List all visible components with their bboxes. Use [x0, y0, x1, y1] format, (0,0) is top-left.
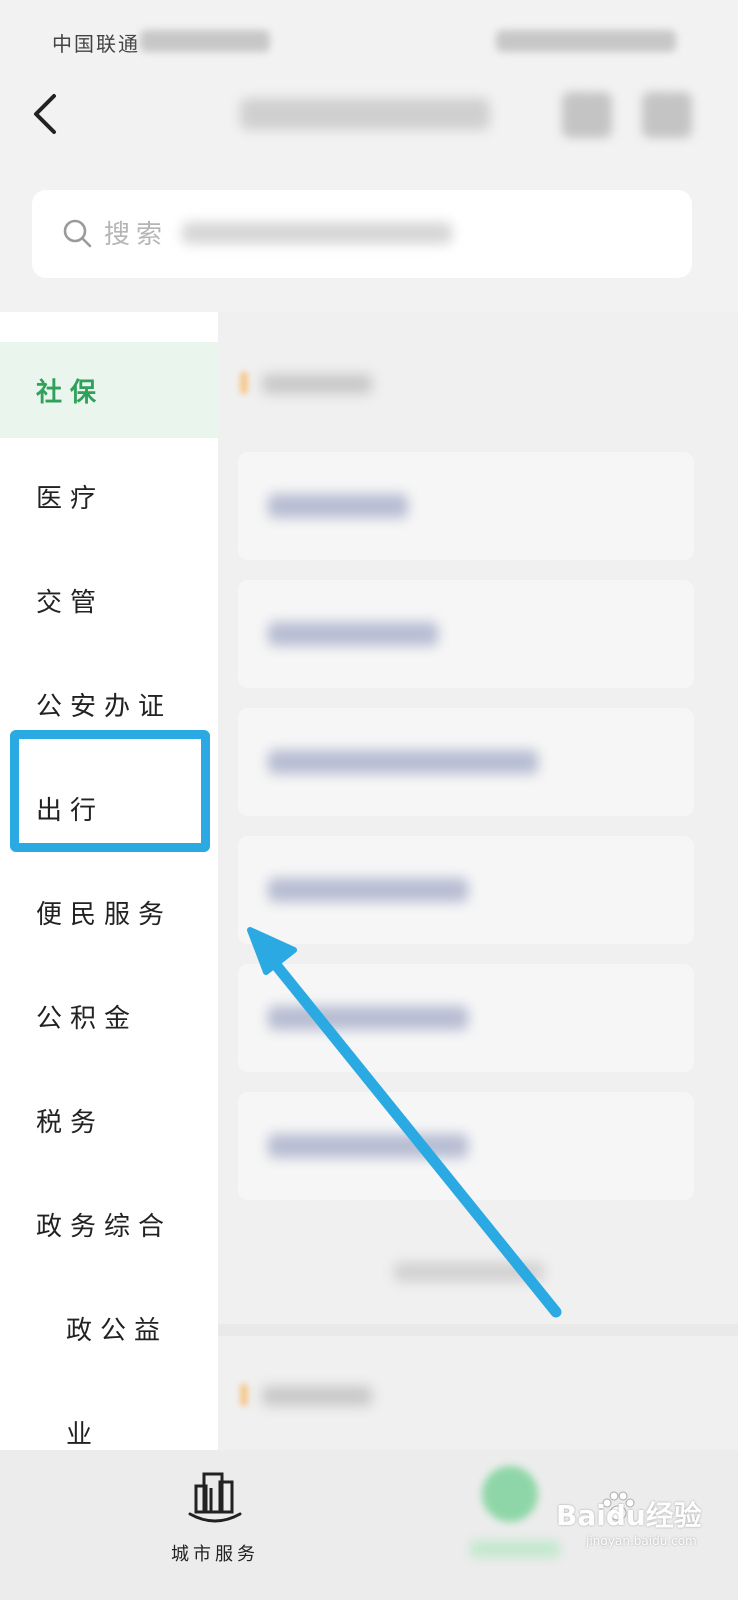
- header-menu-icon[interactable]: [562, 92, 612, 138]
- service-card-text-blurred: [268, 622, 438, 646]
- sidebar-item-label: 政公益: [66, 1316, 169, 1346]
- sidebar-item-gongyi[interactable]: 政公益: [0, 1280, 218, 1376]
- service-card[interactable]: [238, 708, 694, 816]
- section-title-blurred: [262, 1386, 372, 1406]
- tab-city-services[interactable]: 城市服务: [150, 1468, 280, 1578]
- baidu-jingyan-watermark: Baidu经验: [556, 1499, 702, 1532]
- sidebar-item-label: 便民服务: [36, 900, 173, 930]
- sidebar-item-label: 社保: [36, 378, 105, 408]
- service-card-text-blurred: [268, 1134, 468, 1158]
- sidebar-item-label: 业: [66, 1420, 101, 1450]
- sidebar-item-label: 出行: [36, 796, 105, 826]
- city-buildings-icon: [188, 1472, 242, 1523]
- service-card[interactable]: [238, 452, 694, 560]
- sidebar-item-yiliao[interactable]: 医疗: [0, 448, 218, 544]
- sidebar-item-jiaoguan[interactable]: 交管: [0, 552, 218, 648]
- sidebar-item-chuxing[interactable]: 出行: [0, 760, 218, 856]
- service-card[interactable]: [238, 836, 694, 944]
- header-profile-icon[interactable]: [642, 92, 692, 138]
- sidebar-item-label: 政务综合: [36, 1212, 173, 1242]
- city-services-screen: 中国联通 搜索 社保 医疗 交管 公安办证 出行 便民服务 公积金 税务 政务综…: [0, 0, 738, 1600]
- center-action-icon: [482, 1466, 538, 1522]
- search-input[interactable]: 搜索: [32, 190, 692, 278]
- service-card[interactable]: [238, 580, 694, 688]
- tab-center-label-blurred: [470, 1540, 560, 1558]
- more-link-blurred[interactable]: [394, 1262, 544, 1282]
- tab-city-label: 城市服务: [171, 1544, 259, 1565]
- search-hint-blurred: [182, 222, 452, 244]
- sidebar-item-gongjijin[interactable]: 公积金: [0, 968, 218, 1064]
- sidebar-item-label: 公积金: [36, 1004, 139, 1034]
- section-marker: [240, 372, 248, 394]
- service-card-text-blurred: [268, 1006, 468, 1030]
- sidebar-item-shebao[interactable]: 社保: [0, 342, 218, 438]
- watermark-url: jingyan.baidu.com: [586, 1534, 697, 1548]
- sidebar-item-label: 交管: [36, 588, 105, 618]
- sidebar-item-label: 医疗: [36, 484, 105, 514]
- service-card-text-blurred: [268, 750, 538, 774]
- sidebar-item-zhengwu[interactable]: 政务综合: [0, 1176, 218, 1272]
- carrier-name: 中国联通: [52, 32, 140, 56]
- service-card[interactable]: [238, 1092, 694, 1200]
- sidebar-item-label: 税务: [36, 1108, 105, 1138]
- status-bar: 中国联通: [0, 0, 738, 80]
- search-icon: [63, 219, 92, 248]
- sidebar-item-bianmin[interactable]: 便民服务: [0, 864, 218, 960]
- section-divider: [218, 1324, 738, 1336]
- header-title-blurred: [240, 98, 490, 130]
- search-placeholder: 搜索: [104, 220, 169, 250]
- sidebar-item-label: 公安办证: [36, 692, 173, 722]
- sidebar-item-gongan[interactable]: 公安办证: [0, 656, 218, 752]
- service-card-text-blurred: [268, 878, 468, 902]
- back-button[interactable]: [26, 88, 70, 140]
- service-card-text-blurred: [268, 494, 408, 518]
- status-icons-blurred: [140, 30, 270, 52]
- sidebar-item-shuiwu[interactable]: 税务: [0, 1072, 218, 1168]
- service-content-panel: [218, 312, 738, 1450]
- section-marker: [240, 1384, 248, 1406]
- chevron-left-icon: [34, 94, 56, 134]
- section-title-blurred: [262, 374, 372, 394]
- service-card[interactable]: [238, 964, 694, 1072]
- status-right-blurred: [496, 30, 676, 52]
- category-sidebar: 社保 医疗 交管 公安办证 出行 便民服务 公积金 税务 政务综合 政公益 业: [0, 312, 218, 1450]
- section-header: [232, 364, 372, 400]
